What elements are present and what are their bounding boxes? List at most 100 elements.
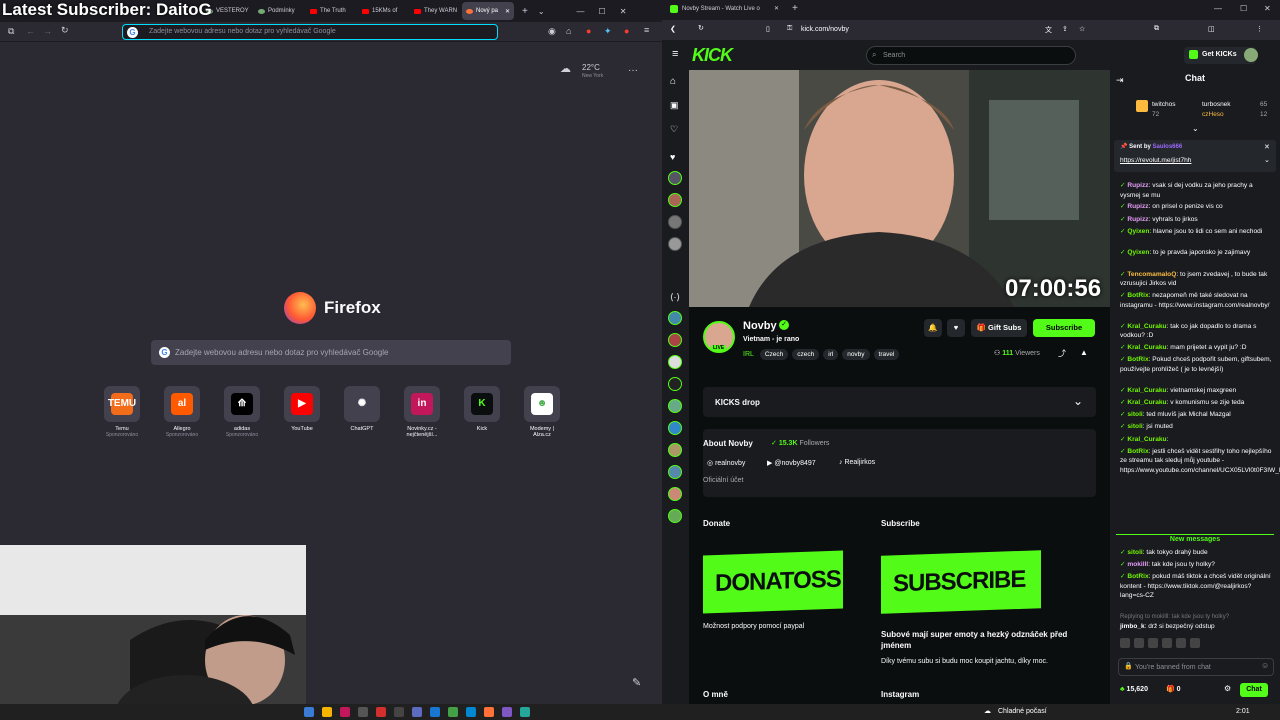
taskbar-app-icon[interactable]: [394, 707, 404, 717]
star-icon[interactable]: ☆: [1079, 25, 1085, 33]
emote-icon[interactable]: [1120, 638, 1130, 648]
tiktok-link[interactable]: ♪ Realjirkos: [839, 459, 875, 466]
maximize-icon[interactable]: ☐: [1240, 4, 1247, 13]
new-tab-icon[interactable]: +: [792, 3, 798, 14]
chat-username[interactable]: BotRix: [1127, 292, 1148, 299]
gift-count[interactable]: 🎁 0: [1166, 685, 1181, 695]
tag-chip[interactable]: novby: [842, 349, 870, 360]
chat-username[interactable]: Kral_Curaku: [1127, 399, 1166, 406]
back-icon[interactable]: ❮: [670, 25, 676, 33]
unpin-icon[interactable]: ✕: [1264, 143, 1270, 153]
shortcut-tile[interactable]: TEMU Temu Sponzorováno: [104, 386, 140, 438]
followed-channel-avatar[interactable]: [668, 215, 682, 229]
emote-icon[interactable]: [1148, 638, 1158, 648]
chat-username[interactable]: Rupizz: [1127, 216, 1148, 223]
following-icon[interactable]: ♡: [670, 124, 678, 135]
addon-icon[interactable]: ✦: [604, 26, 612, 37]
leader-name[interactable]: czHeso: [1202, 110, 1224, 120]
extensions-icon[interactable]: ⌂: [566, 26, 571, 36]
chat-username[interactable]: Kral_Curaku: [1127, 323, 1166, 330]
instagram-link[interactable]: ◎ realnovby: [707, 459, 745, 467]
taskbar-weather[interactable]: Chladné počasí: [998, 708, 1047, 715]
settings-gear-icon[interactable]: ⚙: [1224, 684, 1231, 694]
chat-username[interactable]: TencomamaloQ: [1127, 271, 1176, 278]
notification-bell-button[interactable]: 🔔: [924, 319, 942, 337]
translate-icon[interactable]: 文: [1045, 25, 1052, 35]
kick-search-input[interactable]: ⌕ Search: [866, 46, 1076, 65]
close-tab-icon[interactable]: ✕: [505, 8, 510, 15]
home-icon[interactable]: ⌂: [670, 76, 676, 87]
account-icon[interactable]: ◉: [548, 26, 556, 37]
channel-name[interactable]: Novby: [743, 320, 777, 332]
emote-picker-icon[interactable]: ☺: [1261, 661, 1269, 671]
recommended-channel-avatar[interactable]: [668, 377, 682, 391]
chat-username[interactable]: Kral_Curaku: [1127, 344, 1166, 351]
chat-username[interactable]: BotRix: [1127, 448, 1148, 455]
addon-icon[interactable]: ●: [586, 26, 591, 36]
kick-logo[interactable]: KICK: [692, 45, 733, 66]
hamburger-icon[interactable]: ≡: [672, 48, 678, 60]
more-options-icon[interactable]: ···: [628, 65, 638, 76]
tag-chip[interactable]: czech: [792, 349, 820, 360]
emote-icon[interactable]: [1190, 638, 1200, 648]
chat-username[interactable]: BotRix: [1127, 573, 1148, 580]
chat-username[interactable]: jimbo_k: [1120, 623, 1145, 630]
chat-username[interactable]: Qyixen: [1127, 249, 1149, 256]
leader-name[interactable]: turbosnek: [1202, 100, 1231, 110]
recommended-channel-avatar[interactable]: [668, 465, 682, 479]
subscribe-banner[interactable]: SUBSCRIBE: [881, 550, 1041, 614]
follow-heart-button[interactable]: ♥: [947, 319, 965, 337]
shortcut-tile[interactable]: ⟰ adidas Sponzorováno: [224, 386, 260, 438]
taskbar-clock[interactable]: 2:01: [1236, 708, 1250, 715]
recommended-channel-avatar[interactable]: [668, 421, 682, 435]
avatar[interactable]: [1244, 48, 1258, 62]
followed-channel-avatar[interactable]: [668, 193, 682, 207]
pinned-link[interactable]: https://revolut.me/jist7hh: [1120, 156, 1191, 166]
minimize-icon[interactable]: —: [577, 7, 585, 16]
shortcut-tile[interactable]: in Novinky.cz - nejčtenější...: [404, 386, 440, 438]
report-icon[interactable]: ▲: [1080, 348, 1088, 357]
chat-input[interactable]: 🔒 You're banned from chat ☺: [1118, 658, 1274, 676]
leader-name[interactable]: twitchos: [1152, 100, 1175, 110]
addon-icon[interactable]: ●: [624, 26, 629, 36]
kicks-balance[interactable]: ♣ 15,620: [1120, 685, 1148, 695]
taskbar-app-icon[interactable]: [448, 707, 458, 717]
gift-subs-button[interactable]: 🎁 Gift Subs: [971, 319, 1027, 337]
kick-tab-label[interactable]: Novby Stream - Watch Live o: [682, 6, 760, 12]
chat-username[interactable]: sitoli: [1127, 549, 1142, 556]
share-icon[interactable]: ⇪: [1062, 25, 1068, 33]
subscribe-button[interactable]: Subscribe: [1033, 319, 1095, 337]
taskbar-app-icon[interactable]: [376, 707, 386, 717]
chevron-down-icon[interactable]: ⌄: [538, 7, 545, 16]
edit-pencil-icon[interactable]: ✎: [632, 676, 641, 689]
pinned-message[interactable]: 📌 Sent by Saulos666 https://revolut.me/j…: [1114, 140, 1276, 172]
tab-podminky[interactable]: Podmínky: [254, 2, 306, 20]
send-chat-button[interactable]: Chat: [1240, 683, 1268, 697]
reload-icon[interactable]: ↻: [61, 25, 69, 36]
back-icon[interactable]: ←: [26, 26, 35, 36]
url-bar[interactable]: G Zadejte webovou adresu nebo dotaz pro …: [122, 24, 498, 40]
shortcut-tile[interactable]: al Allegro Sponzorováno: [164, 386, 200, 438]
shortcut-tile[interactable]: ▶ YouTube: [284, 386, 320, 438]
video-player[interactable]: 07:00:56: [689, 70, 1110, 307]
bookmark-icon[interactable]: ▯: [766, 25, 770, 33]
maximize-icon[interactable]: ☐: [599, 7, 606, 16]
taskbar-app-icon[interactable]: [322, 707, 332, 717]
chat-username[interactable]: Qyixen: [1127, 228, 1149, 235]
chevron-down-icon[interactable]: ⌄: [1264, 156, 1270, 166]
recommended-channel-avatar[interactable]: [668, 311, 682, 325]
sidebar-icon[interactable]: ◫: [1208, 25, 1215, 33]
new-tab-icon[interactable]: +: [522, 6, 528, 17]
chat-username[interactable]: Rupizz: [1127, 203, 1148, 210]
forward-icon[interactable]: →: [43, 26, 52, 36]
taskbar-app-icon[interactable]: [340, 707, 350, 717]
taskbar-app-icon[interactable]: [484, 707, 494, 717]
tab-new-page[interactable]: Nový pa ✕: [462, 2, 514, 20]
chat-username[interactable]: mokilll: [1127, 561, 1148, 568]
emote-icon[interactable]: [1162, 638, 1172, 648]
reload-icon[interactable]: ↻: [698, 24, 704, 32]
tab-warn[interactable]: They WARN: [410, 2, 462, 20]
shortcut-tile[interactable]: ✺ ChatGPT: [344, 386, 380, 438]
category-link[interactable]: IRL: [743, 351, 754, 358]
kick-url[interactable]: kick.com/novby: [801, 26, 849, 33]
